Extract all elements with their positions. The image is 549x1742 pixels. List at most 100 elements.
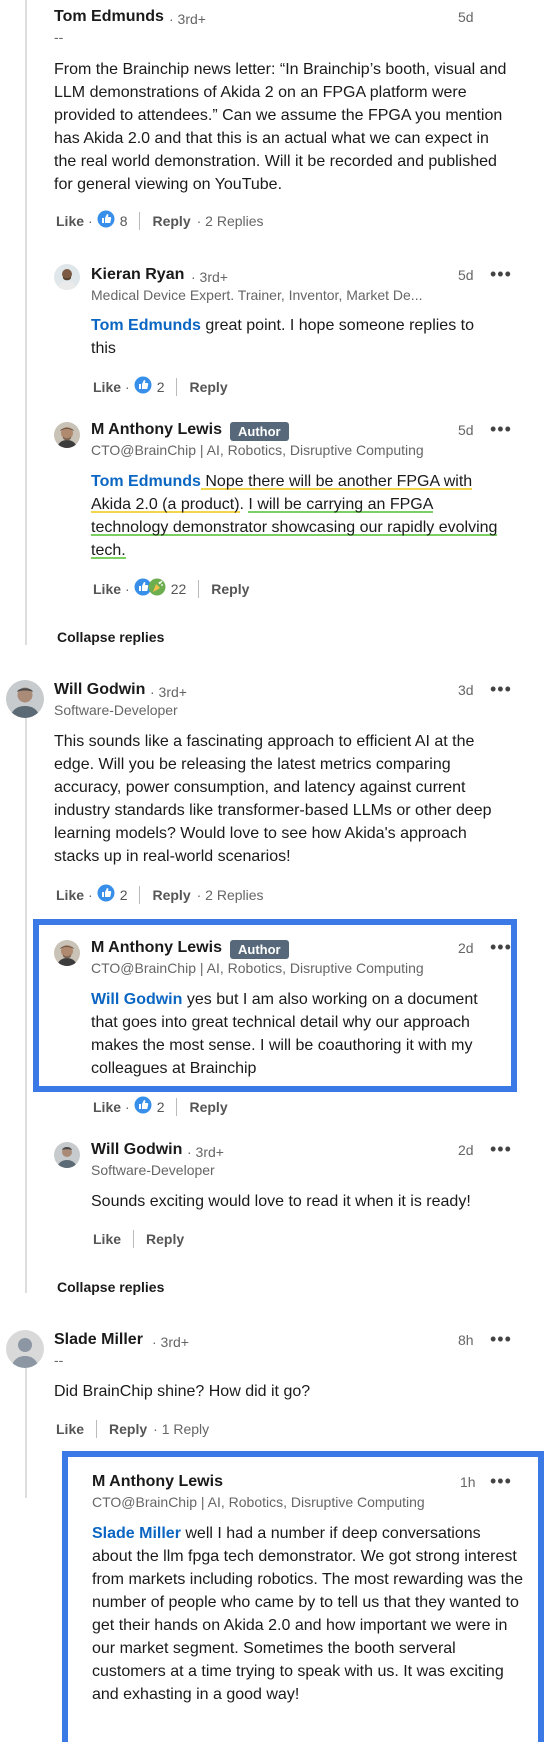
timestamp: 3d [458, 682, 474, 698]
comment-text: Tom Edmunds Nope there will be another F… [91, 470, 501, 562]
comment-actions: Like · 2 Reply [93, 1096, 228, 1118]
connection-degree: · 3rd+ [187, 1144, 224, 1160]
divider [176, 1098, 178, 1116]
like-count[interactable]: 8 [120, 213, 128, 229]
comment-text: Sounds exciting would love to read it wh… [91, 1193, 471, 1210]
like-button[interactable]: Like [93, 581, 121, 597]
like-button[interactable]: Like [93, 1099, 121, 1115]
like-button[interactable]: Like [56, 887, 84, 903]
celebrate-icon [148, 578, 166, 601]
author-name[interactable]: Kieran Ryan [91, 266, 184, 284]
comment-actions: Like · 2 Reply [93, 376, 228, 398]
author-name[interactable]: M Anthony Lewis [92, 1473, 223, 1491]
comment-actions: Like Reply [93, 1228, 184, 1250]
avatar[interactable] [6, 1330, 44, 1368]
timestamp: 8h [458, 1332, 474, 1348]
author-badge: Author [230, 940, 289, 959]
author-headline: CTO@BrainChip | AI, Robotics, Disruptive… [92, 1494, 425, 1510]
comment-text: This sounds like a fascinating approach … [54, 733, 492, 865]
more-options-icon[interactable]: ••• [490, 1140, 512, 1158]
divider [139, 212, 141, 230]
replies-count[interactable]: · 2 Replies [197, 887, 264, 903]
more-options-icon[interactable]: ••• [490, 265, 512, 283]
avatar[interactable] [54, 264, 80, 290]
collapse-replies-button[interactable]: Collapse replies [57, 629, 164, 645]
comment-text: Tom Edmunds great point. I hope someone … [91, 314, 501, 360]
author-name[interactable]: Will Godwin [54, 681, 145, 699]
more-options-icon[interactable]: ••• [490, 1330, 512, 1348]
more-options-icon[interactable]: ••• [490, 1472, 512, 1490]
replies-count[interactable]: · 2 Replies [197, 213, 264, 229]
replies-count[interactable]: · 1 Reply [153, 1421, 209, 1437]
text-body: well I had a number if deep conversation… [92, 1525, 523, 1703]
reply-button[interactable]: Reply [189, 1099, 227, 1115]
timestamp: 5d [458, 267, 474, 283]
mention-link[interactable]: Will Godwin [91, 991, 182, 1008]
author-headline: CTO@BrainChip | AI, Robotics, Disruptive… [91, 442, 424, 458]
like-count[interactable]: 2 [157, 379, 165, 395]
connection-degree: · 3rd+ [152, 1334, 189, 1350]
divider [139, 886, 141, 904]
reply-button[interactable]: Reply [109, 1421, 147, 1437]
thumbs-up-icon [97, 884, 115, 907]
author-name[interactable]: Slade Miller [54, 1331, 143, 1349]
mention-link[interactable]: Slade Miller [92, 1525, 181, 1542]
mention-link[interactable]: Tom Edmunds [91, 317, 201, 334]
reply-button[interactable]: Reply [152, 213, 190, 229]
timestamp: 2d [458, 1142, 474, 1158]
connection-degree: · 3rd+ [191, 269, 228, 285]
thread-line-3 [25, 1368, 27, 1498]
divider [96, 1420, 98, 1438]
thumbs-up-icon [97, 210, 115, 233]
author-badge: Author [230, 422, 289, 441]
like-count[interactable]: 2 [120, 887, 128, 903]
dot-separator: · [125, 581, 130, 597]
author-headline: -- [54, 1352, 64, 1368]
comment-text: Did BrainChip shine? How did it go? [54, 1383, 311, 1400]
author-name[interactable]: M Anthony Lewis [91, 939, 222, 957]
author-name[interactable]: Tom Edmunds [54, 8, 164, 26]
comment-actions: Like · 2 Reply · 2 Replies [56, 884, 264, 906]
comment-actions: Like · 22 Reply [93, 578, 249, 600]
author-headline: CTO@BrainChip | AI, Robotics, Disruptive… [91, 960, 424, 976]
reply-button[interactable]: Reply [146, 1231, 184, 1247]
like-button[interactable]: Like [56, 1421, 84, 1437]
comment-actions: Like Reply · 1 Reply [56, 1418, 209, 1440]
like-count[interactable]: 22 [171, 581, 187, 597]
like-button[interactable]: Like [93, 379, 121, 395]
author-name[interactable]: Will Godwin [91, 1141, 182, 1159]
reply-button[interactable]: Reply [152, 887, 190, 903]
thread-line-1 [25, 0, 27, 645]
timestamp: 5d [458, 422, 474, 438]
mention-link[interactable]: Tom Edmunds [91, 473, 201, 490]
comment-text: From the Brainchip news letter: “In Brai… [54, 61, 507, 193]
timestamp: 2d [458, 940, 474, 956]
divider [198, 580, 200, 598]
like-button[interactable]: Like [93, 1231, 121, 1247]
author-headline: Software-Developer [54, 702, 178, 718]
thread-line-2 [25, 718, 27, 1293]
reply-button[interactable]: Reply [189, 379, 227, 395]
comment-text: Slade Miller well I had a number if deep… [92, 1522, 524, 1736]
avatar[interactable] [6, 680, 44, 718]
dot-separator: · [125, 379, 130, 395]
divider [176, 378, 178, 396]
like-count[interactable]: 2 [157, 1099, 165, 1115]
avatar[interactable] [54, 940, 80, 966]
more-options-icon[interactable]: ••• [490, 938, 512, 956]
more-options-icon[interactable]: ••• [490, 680, 512, 698]
thumbs-up-icon [134, 376, 152, 399]
more-options-icon[interactable]: ••• [490, 420, 512, 438]
divider [133, 1230, 135, 1248]
author-headline: Software-Developer [91, 1162, 215, 1178]
collapse-replies-button[interactable]: Collapse replies [57, 1279, 164, 1295]
reply-button[interactable]: Reply [211, 581, 249, 597]
avatar[interactable] [54, 1142, 80, 1168]
dot-separator: · [88, 887, 93, 903]
author-headline: -- [54, 29, 64, 45]
timestamp: 1h [460, 1474, 476, 1490]
author-headline: Medical Device Expert. Trainer, Inventor… [91, 287, 423, 303]
avatar[interactable] [54, 422, 80, 448]
author-name[interactable]: M Anthony Lewis [91, 421, 222, 439]
like-button[interactable]: Like [56, 213, 84, 229]
